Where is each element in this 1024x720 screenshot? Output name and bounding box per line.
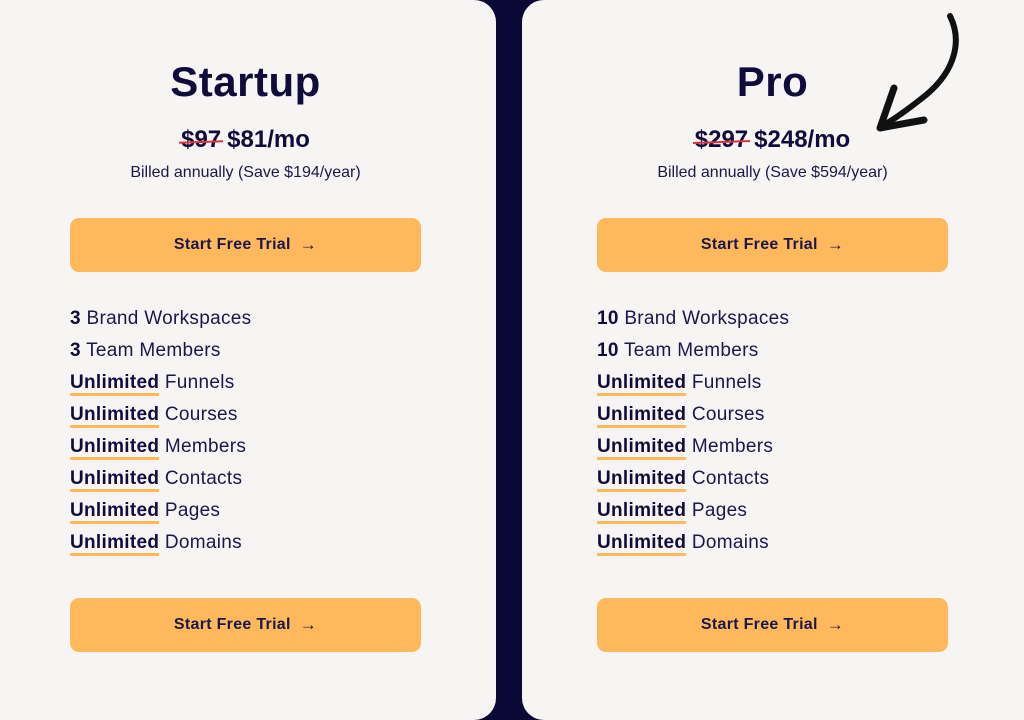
feature-label: Members [691, 436, 774, 457]
pricing-card-startup: Startup $97 $81/mo Billed annually (Save … [0, 0, 496, 720]
feature-label: Funnels [691, 372, 762, 393]
button-label: Start Free Trial [173, 236, 291, 253]
feature-value: Unlimited [597, 404, 687, 428]
feature-list: 10 Brand Workspaces 10 Team Members Unli… [597, 308, 789, 564]
arrow-right-icon: → [299, 235, 318, 254]
feature-item: Unlimited Members [597, 436, 789, 468]
feature-value: Unlimited [70, 468, 160, 492]
plan-title: Startup [170, 58, 321, 105]
feature-label: Team Members [86, 340, 221, 361]
feature-value: Unlimited [70, 404, 160, 428]
arrow-right-icon: → [826, 615, 845, 634]
feature-label: Pages [164, 500, 221, 521]
feature-value: Unlimited [597, 436, 687, 460]
feature-value: 10 [597, 340, 619, 361]
feature-item: Unlimited Domains [70, 532, 251, 564]
feature-item: 10 Brand Workspaces [597, 308, 789, 340]
feature-value: Unlimited [70, 372, 160, 396]
feature-item: Unlimited Domains [597, 532, 789, 564]
feature-item: Unlimited Courses [70, 404, 251, 436]
old-price: $97 [181, 126, 222, 153]
feature-value: Unlimited [70, 500, 160, 524]
feature-label: Brand Workspaces [624, 308, 790, 329]
button-label: Start Free Trial [700, 616, 818, 633]
feature-value: Unlimited [597, 372, 687, 396]
feature-label: Brand Workspaces [86, 308, 252, 329]
feature-item: Unlimited Funnels [597, 372, 789, 404]
feature-label: Contacts [164, 468, 243, 489]
feature-item: 3 Team Members [70, 340, 251, 372]
feature-item: 3 Brand Workspaces [70, 308, 251, 340]
feature-label: Contacts [691, 468, 770, 489]
feature-list: 3 Brand Workspaces 3 Team Members Unlimi… [70, 308, 251, 564]
feature-label: Members [164, 436, 247, 457]
billing-note: Billed annually (Save $594/year) [657, 164, 888, 181]
feature-item: 10 Team Members [597, 340, 789, 372]
feature-label: Team Members [623, 340, 759, 361]
feature-value: 3 [70, 340, 81, 361]
feature-value: Unlimited [597, 532, 687, 556]
button-label: Start Free Trial [700, 236, 818, 253]
feature-item: Unlimited Pages [70, 500, 251, 532]
feature-value: 3 [70, 308, 81, 329]
feature-item: Unlimited Funnels [70, 372, 251, 404]
feature-value: Unlimited [70, 532, 160, 556]
feature-item: Unlimited Courses [597, 404, 789, 436]
feature-label: Pages [691, 500, 748, 521]
arrow-right-icon: → [826, 235, 845, 254]
billing-note: Billed annually (Save $194/year) [130, 164, 361, 181]
start-free-trial-button[interactable]: Start Free Trial → [70, 218, 421, 272]
old-price: $297 [694, 126, 749, 153]
arrow-right-icon: → [299, 615, 318, 634]
feature-label: Courses [164, 404, 238, 425]
start-free-trial-button[interactable]: Start Free Trial → [597, 218, 948, 272]
start-free-trial-button-bottom[interactable]: Start Free Trial → [597, 598, 948, 652]
feature-value: Unlimited [70, 436, 160, 460]
feature-label: Courses [691, 404, 765, 425]
feature-item: Unlimited Pages [597, 500, 789, 532]
button-label: Start Free Trial [173, 616, 291, 633]
feature-item: Unlimited Contacts [597, 468, 789, 500]
feature-value: Unlimited [597, 468, 687, 492]
current-price: $81/mo [227, 126, 310, 153]
feature-item: Unlimited Members [70, 436, 251, 468]
feature-item: Unlimited Contacts [70, 468, 251, 500]
hand-drawn-arrow-icon [876, 13, 959, 132]
feature-label: Funnels [164, 372, 235, 393]
feature-label: Domains [164, 532, 242, 553]
start-free-trial-button-bottom[interactable]: Start Free Trial → [70, 598, 421, 652]
current-price: $248/mo [754, 126, 851, 153]
feature-value: 10 [597, 308, 619, 329]
feature-label: Domains [691, 532, 769, 553]
feature-value: Unlimited [597, 500, 687, 524]
plan-price: $97 $81/mo [70, 126, 421, 154]
